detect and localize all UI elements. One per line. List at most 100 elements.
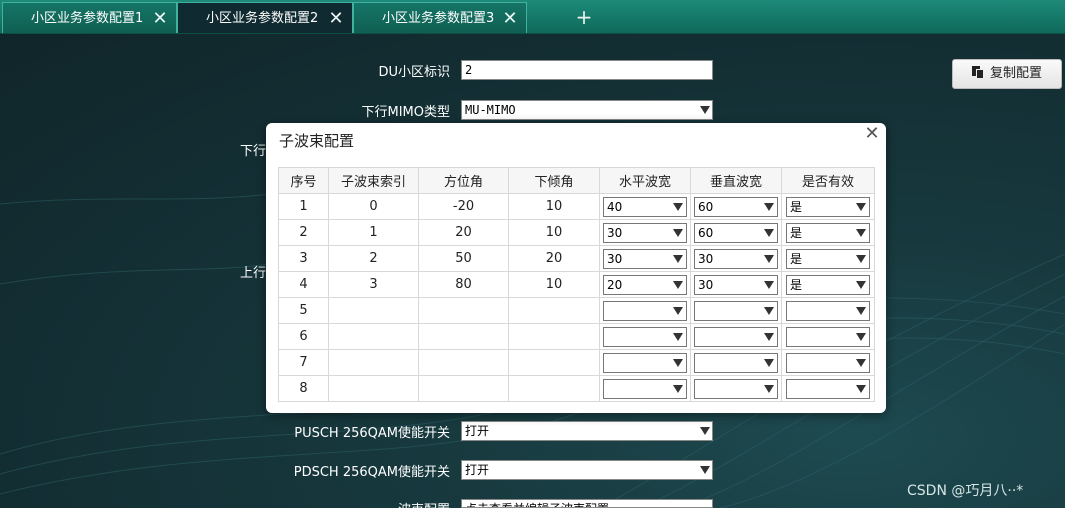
cell-tilt[interactable]: 20 [508,245,600,272]
table-row: 7 [278,349,875,376]
du-cell-id-input[interactable]: 2 [461,60,713,80]
copy-icon [971,66,984,79]
cell-beam-index[interactable] [328,297,419,324]
valid-select[interactable]: 是 [786,196,870,217]
table-header-row: 序号 子波束索引 方位角 下倾角 水平波宽 垂直波宽 是否有效 [278,167,875,194]
chevron-down-icon [764,202,774,211]
add-tab-icon[interactable]: + [574,6,594,28]
select-value: 60 [698,199,714,214]
select-value: 是 [790,225,803,240]
horizontal-width-select[interactable] [603,352,687,373]
pusch-256qam-select[interactable]: 打开 [461,421,713,441]
horizontal-width-select[interactable]: 40 [603,196,687,217]
chevron-down-icon [700,106,710,114]
chevron-down-icon [673,332,683,341]
sub-beam-table: 序号 子波束索引 方位角 下倾角 水平波宽 垂直波宽 是否有效 1 0 -20 … [278,167,875,402]
cell-no: 5 [278,297,329,324]
dialog-title: 子波束配置 [279,132,355,150]
table-row: 4 3 80 10 20 30 是 [278,271,875,298]
pdsch-256qam-select[interactable]: 打开 [461,460,713,480]
vertical-width-select[interactable] [694,352,778,373]
horizontal-width-select[interactable] [603,300,687,321]
vertical-width-select[interactable]: 30 [694,248,778,269]
vertical-width-select[interactable]: 30 [694,274,778,295]
beam-config-input[interactable]: 点击查看并编辑子波束配置 [461,499,713,508]
cell-beam-index[interactable] [328,375,419,402]
copy-config-button[interactable]: 复制配置 [952,59,1062,89]
cell-beam-index[interactable] [328,323,419,350]
chevron-down-icon [764,306,774,315]
tab-cell-config-1[interactable]: 小区业务参数配置1 ✕ [2,2,177,33]
cell-azimuth[interactable] [418,349,509,376]
cell-azimuth[interactable] [418,375,509,402]
valid-select[interactable] [786,352,870,373]
header-valid: 是否有效 [781,167,875,194]
cell-beam-index[interactable] [328,349,419,376]
vertical-width-select[interactable]: 60 [694,222,778,243]
sub-beam-config-dialog: 子波束配置 ✕ 序号 子波束索引 方位角 下倾角 水平波宽 垂直波宽 是否有效 … [266,123,886,413]
cell-beam-index[interactable]: 1 [328,219,419,246]
cell-no: 8 [278,375,329,402]
cell-no: 3 [278,245,329,272]
cell-tilt[interactable] [508,297,600,324]
chevron-down-icon [673,254,683,263]
header-azimuth: 方位角 [418,167,509,194]
chevron-down-icon [673,202,683,211]
cell-beam-index[interactable]: 3 [328,271,419,298]
vertical-width-select[interactable] [694,378,778,399]
vertical-width-select[interactable]: 60 [694,196,778,217]
chevron-down-icon [673,280,683,289]
vertical-width-select[interactable] [694,326,778,347]
pdsch-256qam-value: 打开 [465,463,490,477]
tab-label: 小区业务参数配置3 [382,11,495,26]
cell-azimuth[interactable]: -20 [418,193,509,220]
vertical-width-select[interactable] [694,300,778,321]
horizontal-width-select[interactable] [603,326,687,347]
tab-label: 小区业务参数配置2 [206,11,319,26]
select-value: 是 [790,277,803,292]
close-icon[interactable]: ✕ [152,3,168,34]
dl-mimo-select[interactable]: MU-MIMO [461,100,713,120]
cell-tilt[interactable]: 10 [508,219,600,246]
header-no: 序号 [278,167,329,194]
partial-label-uplink: 上行 [239,266,266,281]
chevron-down-icon [856,306,866,315]
valid-select[interactable]: 是 [786,222,870,243]
cell-tilt[interactable]: 10 [508,271,600,298]
cell-azimuth[interactable] [418,297,509,324]
valid-select[interactable] [786,378,870,399]
cell-azimuth[interactable] [418,323,509,350]
cell-azimuth[interactable]: 50 [418,245,509,272]
horizontal-width-select[interactable]: 30 [603,248,687,269]
horizontal-width-select[interactable]: 30 [603,222,687,243]
tab-cell-config-2[interactable]: 小区业务参数配置2 ✕ [177,2,353,33]
cell-tilt[interactable] [508,375,600,402]
pdsch-256qam-label: PDSCH 256QAM使能开关 [293,465,450,480]
table-row: 2 1 20 10 30 60 是 [278,219,875,246]
cell-azimuth[interactable]: 80 [418,271,509,298]
horizontal-width-select[interactable]: 20 [603,274,687,295]
cell-beam-index[interactable]: 0 [328,193,419,220]
cell-no: 6 [278,323,329,350]
cell-azimuth[interactable]: 20 [418,219,509,246]
valid-select[interactable]: 是 [786,274,870,295]
close-icon[interactable]: ✕ [328,3,344,34]
valid-select[interactable] [786,326,870,347]
cell-tilt[interactable]: 10 [508,193,600,220]
close-icon[interactable]: ✕ [863,124,881,144]
chevron-down-icon [673,306,683,315]
close-icon[interactable]: ✕ [502,3,518,34]
cell-tilt[interactable] [508,323,600,350]
valid-select[interactable]: 是 [786,248,870,269]
chevron-down-icon [856,228,866,237]
chevron-down-icon [673,228,683,237]
chevron-down-icon [764,228,774,237]
chevron-down-icon [856,280,866,289]
select-value: 30 [698,277,714,292]
cell-beam-index[interactable]: 2 [328,245,419,272]
valid-select[interactable] [786,300,870,321]
cell-tilt[interactable] [508,349,600,376]
cell-no: 2 [278,219,329,246]
tab-cell-config-3[interactable]: 小区业务参数配置3 ✕ [353,2,527,33]
horizontal-width-select[interactable] [603,378,687,399]
